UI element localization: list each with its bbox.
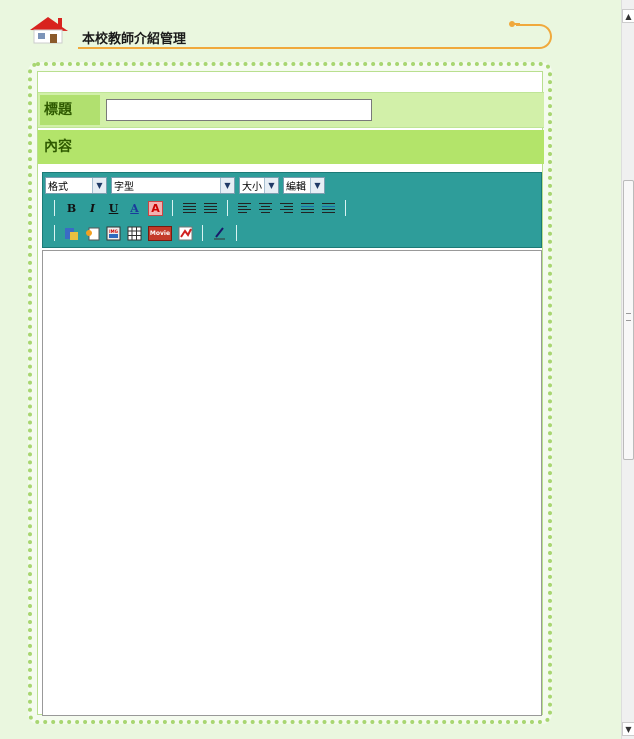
insert-character-button[interactable] xyxy=(64,226,79,241)
toolbar-separator xyxy=(227,200,228,216)
title-input[interactable] xyxy=(106,99,372,121)
flash-icon xyxy=(178,226,193,240)
align-right-icon xyxy=(280,203,293,213)
italic-button[interactable]: I xyxy=(85,201,100,216)
toolbar-separator xyxy=(172,200,173,216)
form-panel: 標題 內容 格式 ▼ 字型 ▼ 大小 ▼ 編輯 ▼ B I U A A IMG … xyxy=(37,71,544,716)
svg-text:IMG: IMG xyxy=(109,229,118,234)
toolbar-format-row: B I U A A xyxy=(51,198,349,218)
toolbar-insert-row: IMG Movie xyxy=(51,223,240,243)
page-title: 本校教師介紹管理 xyxy=(82,32,187,47)
ordered-list-icon xyxy=(183,203,196,213)
pencil-icon xyxy=(214,226,225,239)
grip-icon xyxy=(626,313,631,321)
size-select[interactable]: 大小 ▼ xyxy=(239,176,279,194)
editor-toolbar: 格式 ▼ 字型 ▼ 大小 ▼ 編輯 ▼ B I U A A IMG Movie xyxy=(42,172,542,248)
scroll-down-icon[interactable]: ▼ xyxy=(622,722,634,736)
header-dot xyxy=(509,21,515,27)
outdent-button[interactable] xyxy=(300,201,315,216)
chevron-down-icon: ▼ xyxy=(92,177,106,193)
content-row: 內容 xyxy=(38,130,544,164)
header-curve xyxy=(516,24,552,49)
house-icon xyxy=(30,17,68,44)
insert-flash-button[interactable] xyxy=(178,226,193,241)
toolbar-separator xyxy=(202,225,203,241)
unordered-list-button[interactable] xyxy=(203,201,218,216)
highlight-button[interactable]: A xyxy=(148,200,163,216)
title-label: 標題 xyxy=(40,95,100,125)
align-right-button[interactable] xyxy=(279,201,294,216)
edit-select[interactable]: 編輯 ▼ xyxy=(283,176,325,194)
title-row: 標題 xyxy=(38,92,544,128)
character-icon xyxy=(65,227,78,240)
ordered-list-button[interactable] xyxy=(182,201,197,216)
underline-button[interactable]: U xyxy=(106,201,121,216)
align-center-button[interactable] xyxy=(258,201,273,216)
page-header: 本校教師介紹管理 xyxy=(22,10,552,50)
insert-symbol-button[interactable] xyxy=(85,226,100,241)
indent-button[interactable] xyxy=(321,201,336,216)
form-frame: 標題 內容 格式 ▼ 字型 ▼ 大小 ▼ 編輯 ▼ B I U A A IMG … xyxy=(28,62,552,724)
align-center-icon xyxy=(259,203,272,213)
toolbar-separator xyxy=(54,200,55,216)
toolbar-selects: 格式 ▼ 字型 ▼ 大小 ▼ 編輯 ▼ xyxy=(45,176,325,194)
align-left-button[interactable] xyxy=(237,201,252,216)
edit-select-label: 編輯 xyxy=(286,181,306,193)
header-underline xyxy=(78,47,516,49)
content-editor[interactable] xyxy=(42,250,542,716)
bold-button[interactable]: B xyxy=(64,201,79,216)
toolbar-separator xyxy=(236,225,237,241)
symbol-icon xyxy=(86,227,100,240)
chevron-down-icon: ▼ xyxy=(220,177,234,193)
chevron-down-icon: ▼ xyxy=(264,177,278,193)
vertical-scrollbar[interactable]: ▲ ▼ xyxy=(621,0,634,739)
insert-image-button[interactable]: IMG xyxy=(106,226,121,241)
unordered-list-icon xyxy=(204,203,217,213)
toolbar-separator xyxy=(345,200,346,216)
font-color-button[interactable]: A xyxy=(127,201,142,216)
chevron-down-icon: ▼ xyxy=(310,177,324,193)
outdent-icon xyxy=(301,203,314,213)
toolbar-separator xyxy=(54,225,55,241)
table-icon xyxy=(127,226,142,240)
format-select-label: 格式 xyxy=(48,181,68,193)
indent-icon xyxy=(322,203,335,213)
image-icon: IMG xyxy=(106,226,121,240)
font-select[interactable]: 字型 ▼ xyxy=(111,176,235,194)
font-select-label: 字型 xyxy=(114,181,134,193)
insert-movie-button[interactable]: Movie xyxy=(148,225,172,241)
content-label: 內容 xyxy=(44,139,72,155)
size-select-label: 大小 xyxy=(242,181,262,193)
scroll-thumb[interactable] xyxy=(623,180,634,460)
format-select[interactable]: 格式 ▼ xyxy=(45,176,107,194)
scroll-up-icon[interactable]: ▲ xyxy=(622,9,634,23)
insert-table-button[interactable] xyxy=(127,226,142,241)
align-left-icon xyxy=(238,203,251,213)
html-source-button[interactable] xyxy=(212,226,227,241)
